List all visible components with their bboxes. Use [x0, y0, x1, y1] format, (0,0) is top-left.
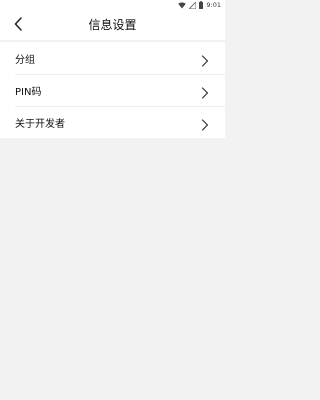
chevron-right-icon [201, 116, 209, 131]
menu-item-label: PIN码 [15, 86, 42, 98]
page-title: 信息设置 [88, 18, 137, 32]
wifi-icon [178, 1, 187, 9]
menu-item-label: 分组 [15, 54, 35, 66]
signal-icon [189, 1, 197, 9]
status-bar: 9:01 [0, 0, 225, 10]
status-time: 9:01 [206, 1, 221, 9]
app-bar: 信息设置 [0, 10, 225, 40]
menu-item-label: 关于开发者 [15, 118, 65, 130]
back-button[interactable] [10, 14, 26, 36]
menu-item-pin[interactable]: PIN码 [0, 74, 225, 106]
chevron-right-icon [201, 52, 209, 67]
menu-item-group[interactable]: 分组 [0, 42, 225, 74]
settings-menu-list: 分组 PIN码 关于开发者 [0, 42, 225, 138]
chevron-right-icon [201, 84, 209, 99]
back-chevron-icon [14, 16, 22, 35]
battery-icon [199, 1, 204, 9]
status-icons: 9:01 [178, 1, 221, 9]
menu-item-about-developer[interactable]: 关于开发者 [0, 106, 225, 138]
